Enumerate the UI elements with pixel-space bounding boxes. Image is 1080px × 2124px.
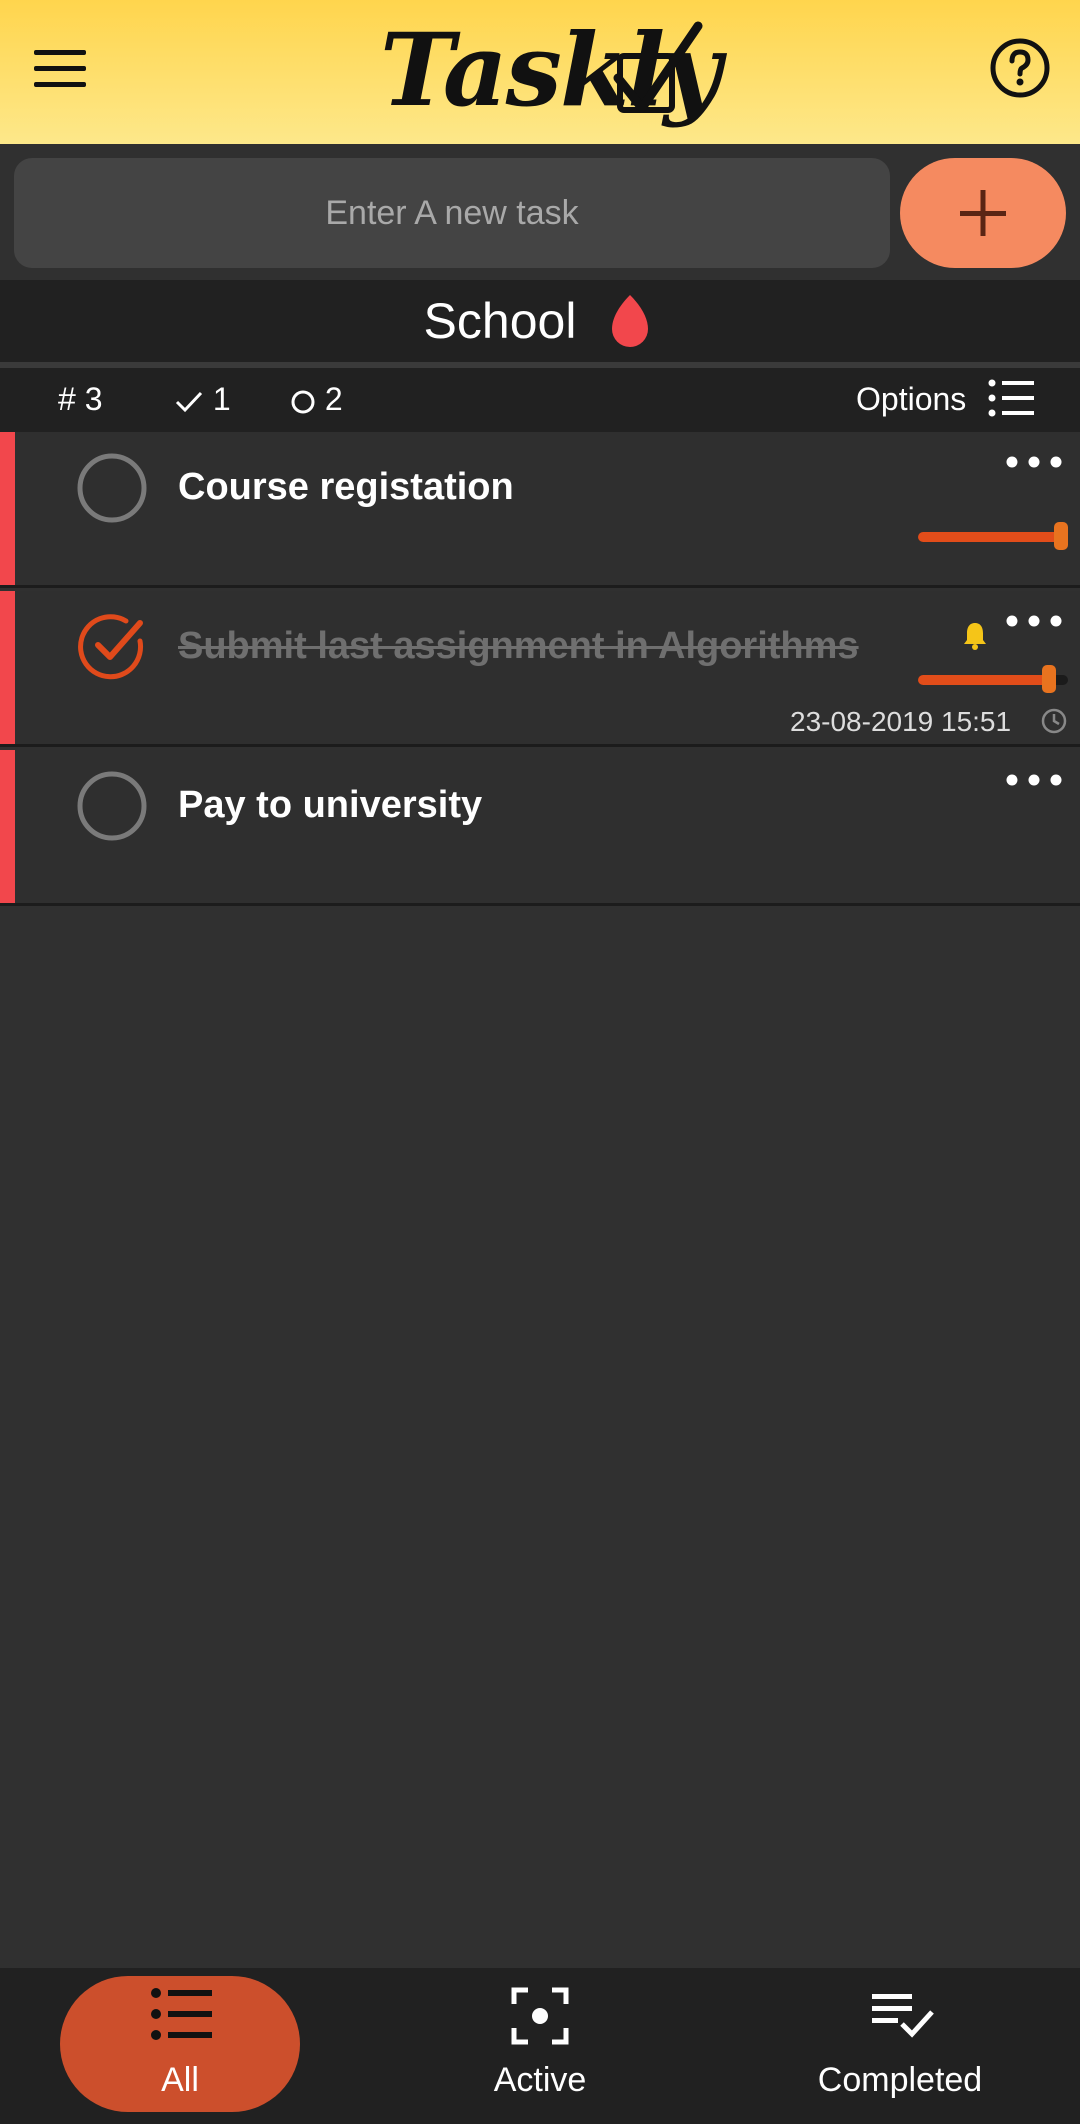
stat-open-value: 2 [324, 381, 343, 417]
more-options-icon[interactable] [1006, 609, 1062, 633]
checked-circle-icon[interactable] [76, 611, 148, 683]
slider-fill [918, 675, 1048, 685]
more-options-icon[interactable] [1006, 450, 1062, 474]
nav-tab-completed[interactable]: Completed [780, 1976, 1020, 2112]
slider-thumb[interactable] [1054, 522, 1068, 550]
list-color-drop-icon[interactable] [610, 293, 650, 347]
list-options-icon[interactable] [988, 378, 1036, 418]
nav-tab-active[interactable]: Active [420, 1976, 660, 2112]
check-icon [175, 391, 203, 412]
list-icon [151, 1988, 212, 2040]
task-color-accent [0, 750, 15, 903]
help-circle-icon [990, 38, 1050, 98]
stat-completed: 1 [174, 376, 231, 422]
stat-total: # 3 [58, 376, 102, 422]
task-title: Course registation [178, 466, 514, 508]
playlist-check-icon [872, 1994, 934, 2038]
options-button[interactable]: Options [856, 376, 966, 422]
hash-icon: # [58, 381, 76, 417]
stat-completed-value: 1 [212, 381, 231, 417]
task-color-accent [0, 432, 15, 585]
center-focus-icon [511, 1987, 569, 2045]
task-row[interactable]: Course registation [0, 432, 1080, 588]
slider-fill [918, 532, 1061, 542]
priority-slider[interactable] [918, 522, 1068, 550]
priority-slider[interactable] [918, 665, 1068, 693]
task-row[interactable]: Pay to university [0, 750, 1080, 906]
help-button[interactable] [988, 36, 1052, 100]
stat-total-value: 3 [84, 381, 103, 417]
unchecked-circle-icon[interactable] [76, 452, 148, 524]
nav-tab-all-label: All [161, 2061, 199, 2099]
reminder-bell-icon [964, 623, 986, 650]
app-logo: Taskly [380, 8, 721, 136]
menu-button[interactable] [28, 36, 92, 100]
nav-tab-all[interactable]: All [60, 1976, 300, 2112]
due-date: 23-08-2019 15:51 [790, 706, 1012, 737]
task-color-accent [0, 591, 15, 744]
logo-checkmark-icon [613, 21, 703, 113]
plus-icon [960, 190, 1006, 236]
task-row[interactable]: Submit last assignment in Algorithms 23-… [0, 591, 1080, 747]
unchecked-circle-icon[interactable] [76, 770, 148, 842]
stat-open: 2 [290, 376, 343, 422]
more-options-icon[interactable] [1006, 768, 1062, 792]
task-title: Submit last assignment in Algorithms [178, 625, 859, 667]
nav-tab-completed-label: Completed [817, 2061, 983, 2099]
hamburger-menu-icon [34, 50, 86, 87]
new-task-input[interactable] [14, 158, 890, 268]
add-task-button[interactable] [900, 158, 1066, 268]
list-title: School [423, 293, 577, 349]
nav-tab-active-label: Active [493, 2061, 587, 2099]
clock-icon [1041, 708, 1067, 734]
circle-icon [291, 390, 315, 414]
task-title: Pay to university [178, 784, 483, 826]
slider-thumb[interactable] [1042, 665, 1056, 693]
